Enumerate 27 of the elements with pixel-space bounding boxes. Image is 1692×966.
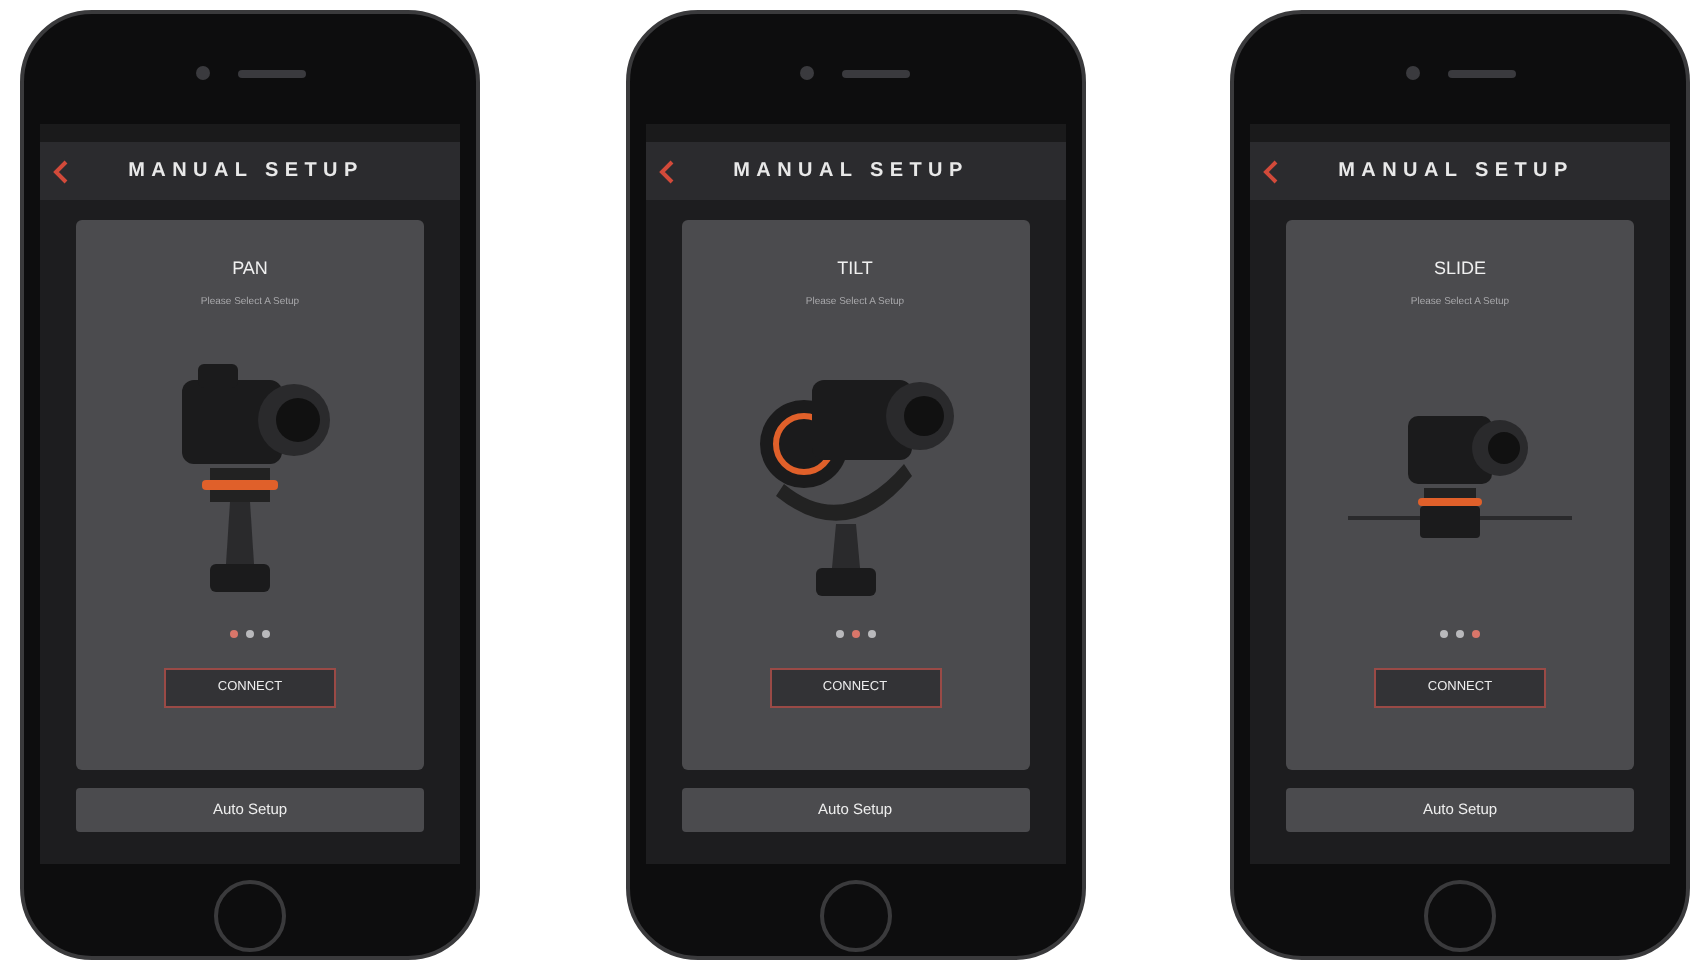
home-button[interactable] xyxy=(819,880,891,952)
page-dot[interactable] xyxy=(230,630,238,638)
speaker-grille xyxy=(1447,69,1515,77)
page-dot[interactable] xyxy=(835,630,843,638)
page-dot[interactable] xyxy=(246,630,254,638)
mode-title: PAN xyxy=(232,256,268,282)
camera-icon xyxy=(195,66,209,80)
screen-title: MANUAL SETUP xyxy=(126,158,366,186)
speaker-grille xyxy=(842,69,910,77)
page-dot[interactable] xyxy=(1472,630,1480,638)
back-icon[interactable] xyxy=(1262,159,1278,183)
screen-title: MANUAL SETUP xyxy=(731,158,971,186)
home-button[interactable] xyxy=(214,880,286,952)
page-dot[interactable] xyxy=(262,630,270,638)
mode-title: TILT xyxy=(837,256,873,282)
back-icon[interactable] xyxy=(52,159,68,183)
speaker-grille xyxy=(237,69,305,77)
back-icon[interactable] xyxy=(657,159,673,183)
page-dot[interactable] xyxy=(1440,630,1448,638)
camera-icon xyxy=(1405,66,1419,80)
page-dot[interactable] xyxy=(867,630,875,638)
camera-icon xyxy=(800,66,814,80)
home-button[interactable] xyxy=(1424,880,1496,952)
mode-title: SLIDE xyxy=(1433,256,1486,282)
page-dot[interactable] xyxy=(851,630,859,638)
page-dot[interactable] xyxy=(1456,630,1464,638)
screen-title: MANUAL SETUP xyxy=(1336,158,1576,186)
